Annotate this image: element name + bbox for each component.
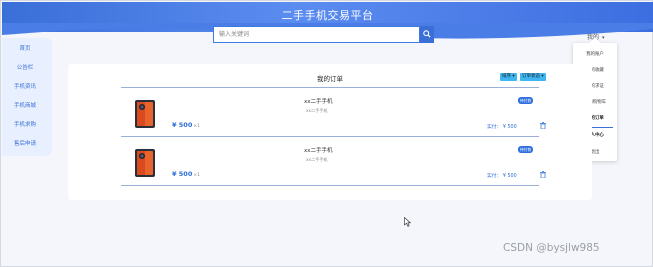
sidebar-item-news[interactable]: 手机资讯: [2, 82, 48, 90]
product-desc: xx二手手机: [306, 157, 328, 162]
search-icon: [423, 30, 431, 38]
search-button[interactable]: [420, 26, 434, 43]
paid-amount: 实付： ¥ 500: [487, 125, 517, 130]
order-price: ¥ 500×1: [172, 121, 200, 129]
trash-icon[interactable]: [540, 122, 546, 129]
search-input[interactable]: 输入关键词: [213, 26, 420, 43]
status-filter-button[interactable]: 订单状态 ▾: [520, 73, 546, 81]
mouse-cursor-icon: [404, 217, 411, 227]
product-name[interactable]: xx二手手机: [304, 97, 333, 105]
sidebar: 首页 公告栏 手机资讯 手机商城 手机求购 售后申请: [2, 38, 52, 156]
product-name[interactable]: xx二手手机: [304, 146, 333, 154]
trash-icon[interactable]: [540, 171, 546, 178]
phone-image: [135, 149, 155, 177]
paid-amount: 实付： ¥ 500: [487, 174, 517, 179]
order-price: ¥ 500×1: [172, 170, 200, 178]
product-desc: xx二手手机: [306, 108, 328, 113]
watermark: CSDN @bysjlw985: [503, 242, 600, 254]
divider: [121, 185, 539, 186]
sidebar-item-shop[interactable]: 手机商城: [2, 101, 48, 109]
sidebar-item-home[interactable]: 首页: [2, 44, 48, 52]
order-row: ¥ 500×1 xx二手手机 xx二手手机 待付款 实付： ¥ 500: [122, 137, 546, 185]
sidebar-item-buy[interactable]: 手机求购: [2, 120, 48, 128]
sidebar-item-aftersale[interactable]: 售后申请: [2, 139, 48, 147]
chevron-down-icon: ▾: [602, 35, 605, 41]
menu-item-account[interactable]: 我的账户: [573, 51, 617, 57]
status-badge[interactable]: 待付款: [518, 146, 534, 153]
app-window: 二手手机交易平台 输入关键词 我的▾ 我的账户 我的收藏 我的求证 我的购物车 …: [0, 0, 653, 267]
site-title: 二手手机交易平台: [281, 9, 374, 22]
sort-filter-button[interactable]: 排序 ▾: [500, 73, 517, 81]
orders-panel: 我的订单 排序 ▾ 订单状态 ▾ ¥ 500×1 xx二手手机 xx二手手机 待…: [68, 64, 592, 200]
order-row: ¥ 500×1 xx二手手机 xx二手手机 待付款 实付： ¥ 500: [122, 88, 546, 136]
status-badge[interactable]: 待付款: [518, 97, 534, 104]
sidebar-item-notice[interactable]: 公告栏: [2, 63, 48, 71]
phone-image: [135, 100, 155, 128]
